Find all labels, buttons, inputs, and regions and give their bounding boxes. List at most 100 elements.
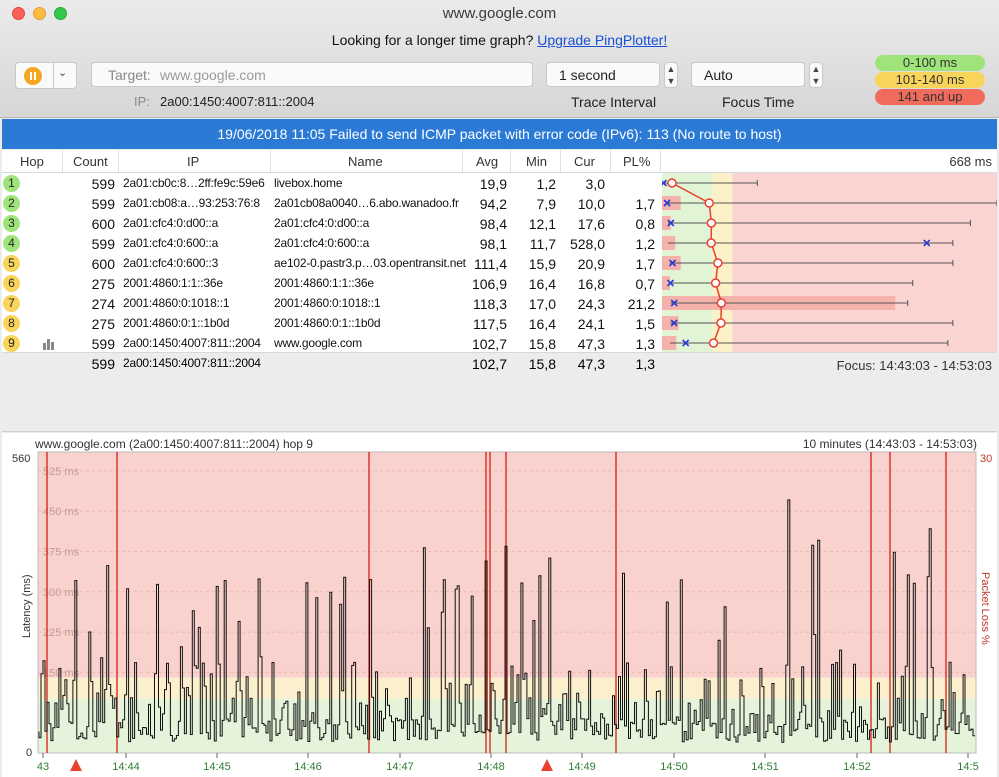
table-row[interactable]: 6 275 2001:4860:1:1::36e 2001:4860:1:1::36e… [2, 273, 660, 293]
pause-button[interactable]: ⌄ [15, 62, 77, 89]
cell-pl: 1,2 [635, 236, 655, 252]
table-header: Hop Count IP Name Avg Min Cur PL% 668 ms [2, 150, 997, 173]
average-latency-marker [713, 258, 723, 268]
cell-cur: 3,0 [585, 176, 605, 192]
cell-count: 599 [91, 236, 115, 252]
legend-yellow[interactable]: 101-140 ms [875, 72, 985, 88]
average-latency-marker [716, 318, 726, 328]
table-row[interactable]: 3 600 2a01:cfc4:0:d00::a 2a01:cfc4:0:d00::a… [2, 213, 660, 233]
average-latency-marker [667, 178, 677, 188]
average-latency-marker [706, 238, 716, 248]
latency-time-graph[interactable]: 525 ms450 ms375 ms300 ms225 ms150 ms5600… [2, 433, 997, 777]
hop-badge: 2 [3, 195, 20, 212]
focus-time-caption: Focus Time [722, 94, 795, 110]
cell-name: 2a01:cfc4:0:600::a [274, 236, 370, 250]
gridline-label: 375 ms [43, 546, 80, 558]
legend-red[interactable]: 141 and up [875, 89, 985, 105]
packet-loss-bar [662, 276, 670, 290]
chevron-down-icon[interactable]: ⌄ [58, 66, 67, 79]
header-ip[interactable]: IP [187, 154, 199, 169]
graph-hop-icon[interactable] [42, 337, 56, 353]
target-input[interactable]: Target: www.google.com [91, 62, 533, 87]
average-latency-marker [706, 218, 717, 228]
y-axis-label: Latency (ms) [21, 574, 33, 638]
legend-green[interactable]: 0-100 ms [875, 55, 985, 71]
table-row[interactable]: 2 599 2a01:cb08:a…93:253:76:8 2a01cb08a0040… [2, 193, 660, 213]
table-row[interactable]: 8 275 2001:4860:0:1::1b0d 2001:4860:0:1::1b… [2, 313, 660, 333]
x-tick-label: 14:46 [294, 761, 322, 773]
table-row[interactable]: 7 274 2001:4860:0:1018::1 2001:4860:0:1018:… [2, 293, 660, 313]
focus-time-stepper[interactable]: ▲ ▼ [809, 62, 823, 88]
cell-count: 274 [91, 296, 115, 312]
y-max-label: 560 [12, 453, 30, 465]
x-tick-label: 14:47 [386, 761, 414, 773]
x-tick-label: 14:45 [203, 761, 231, 773]
cell-pl: 0,7 [635, 276, 655, 292]
table-row[interactable]: 5 600 2a01:cfc4:0:600::3 ae102-0.pastr3.p…0… [2, 253, 660, 273]
target-label: Target: [108, 67, 151, 83]
packet-loss-max-label: 30 [980, 453, 992, 465]
cell-cur: 24,1 [577, 316, 605, 332]
latency-bar-chart [662, 173, 997, 353]
summary-cur: 47,3 [577, 356, 605, 372]
header-count[interactable]: Count [73, 154, 108, 169]
cell-pl: 1,7 [635, 256, 655, 272]
average-latency-marker [708, 338, 719, 348]
toolbar-area: www.google.com Looking for a longer time… [0, 0, 999, 118]
header-name[interactable]: Name [348, 154, 383, 169]
time-graph[interactable]: 525 ms 450 ms 375 ms 300 ms 225 ms 150 ms 560 0… [2, 433, 997, 777]
cell-avg: 117,5 [473, 316, 507, 332]
y-min-label: 0 [26, 747, 32, 759]
x-tick-label: 14:44 [112, 761, 140, 773]
x-tick-label: 14:51 [751, 761, 779, 773]
hop-badge: 6 [3, 275, 20, 292]
cell-cur: 10,0 [577, 196, 605, 212]
header-cur[interactable]: Cur [574, 154, 595, 169]
header-pl[interactable]: PL% [623, 154, 650, 169]
summary-count: 599 [91, 356, 115, 372]
cell-avg: 111,4 [474, 256, 507, 272]
window-title: www.google.com [442, 5, 557, 22]
gridline-label: 225 ms [43, 627, 80, 639]
cell-ip: 2001:4860:1:1::36e [123, 276, 223, 290]
cell-min: 17,0 [528, 296, 556, 312]
table-row[interactable]: 1 599 2a01:cb0c:8…2ff:fe9c:59e6 livebox.hom… [2, 173, 660, 193]
x-tick-label: 43 [37, 761, 49, 773]
x-tick-label: 14:5 [957, 761, 978, 773]
hop-badge: 9 [3, 335, 20, 352]
hop-badge: 1 [3, 175, 20, 192]
cell-count: 599 [91, 196, 115, 212]
focus-range: Focus: 14:43:03 - 14:53:03 [836, 358, 992, 373]
cell-ip: 2a01:cb08:a…93:253:76:8 [123, 196, 260, 210]
cell-name: 2a01cb08a0040…6.abo.wanadoo.fr [274, 196, 459, 210]
cell-min: 11,7 [529, 236, 556, 252]
cell-avg: 102,7 [471, 336, 507, 352]
promo-text: Looking for a longer time graph? [331, 32, 534, 48]
cell-cur: 24,3 [577, 296, 605, 312]
cell-count: 275 [91, 276, 115, 292]
focus-time-select[interactable]: Auto [691, 62, 805, 87]
cell-avg: 98,4 [479, 216, 507, 232]
header-hop[interactable]: Hop [20, 154, 44, 169]
average-latency-marker [710, 278, 721, 288]
cell-cur: 17,6 [577, 216, 605, 232]
upgrade-link[interactable]: Upgrade PingPlotter! [537, 32, 667, 48]
header-avg[interactable]: Avg [476, 154, 498, 169]
cell-ip: 2a01:cfc4:0:d00::a [123, 216, 219, 230]
header-min[interactable]: Min [526, 154, 547, 169]
trace-interval-select[interactable]: 1 second [546, 62, 660, 87]
hop-badge: 8 [3, 315, 20, 332]
pingplotter-window: www.google.com Looking for a longer time… [0, 0, 999, 777]
target-value[interactable]: www.google.com [160, 67, 266, 83]
event-marker-icon [70, 759, 82, 771]
table-row[interactable]: 4 599 2a01:cfc4:0:600::a 2a01:cfc4:0:600::a… [2, 233, 660, 253]
table-row[interactable]: 9 599 2a00:1450:4007:811::2004 www.google.c… [2, 333, 660, 353]
cell-ip: 2a00:1450:4007:811::2004 [123, 336, 261, 350]
graph-title: www.google.com (2a00:1450:4007:811::2004… [35, 437, 313, 451]
hop-badge: 3 [3, 215, 20, 232]
trace-interval-stepper[interactable]: ▲ ▼ [664, 62, 678, 88]
event-marker-icon [541, 759, 553, 771]
x-tick-label: 14:49 [568, 761, 596, 773]
cell-name: www.google.com [274, 336, 362, 350]
cell-min: 16,4 [528, 316, 556, 332]
